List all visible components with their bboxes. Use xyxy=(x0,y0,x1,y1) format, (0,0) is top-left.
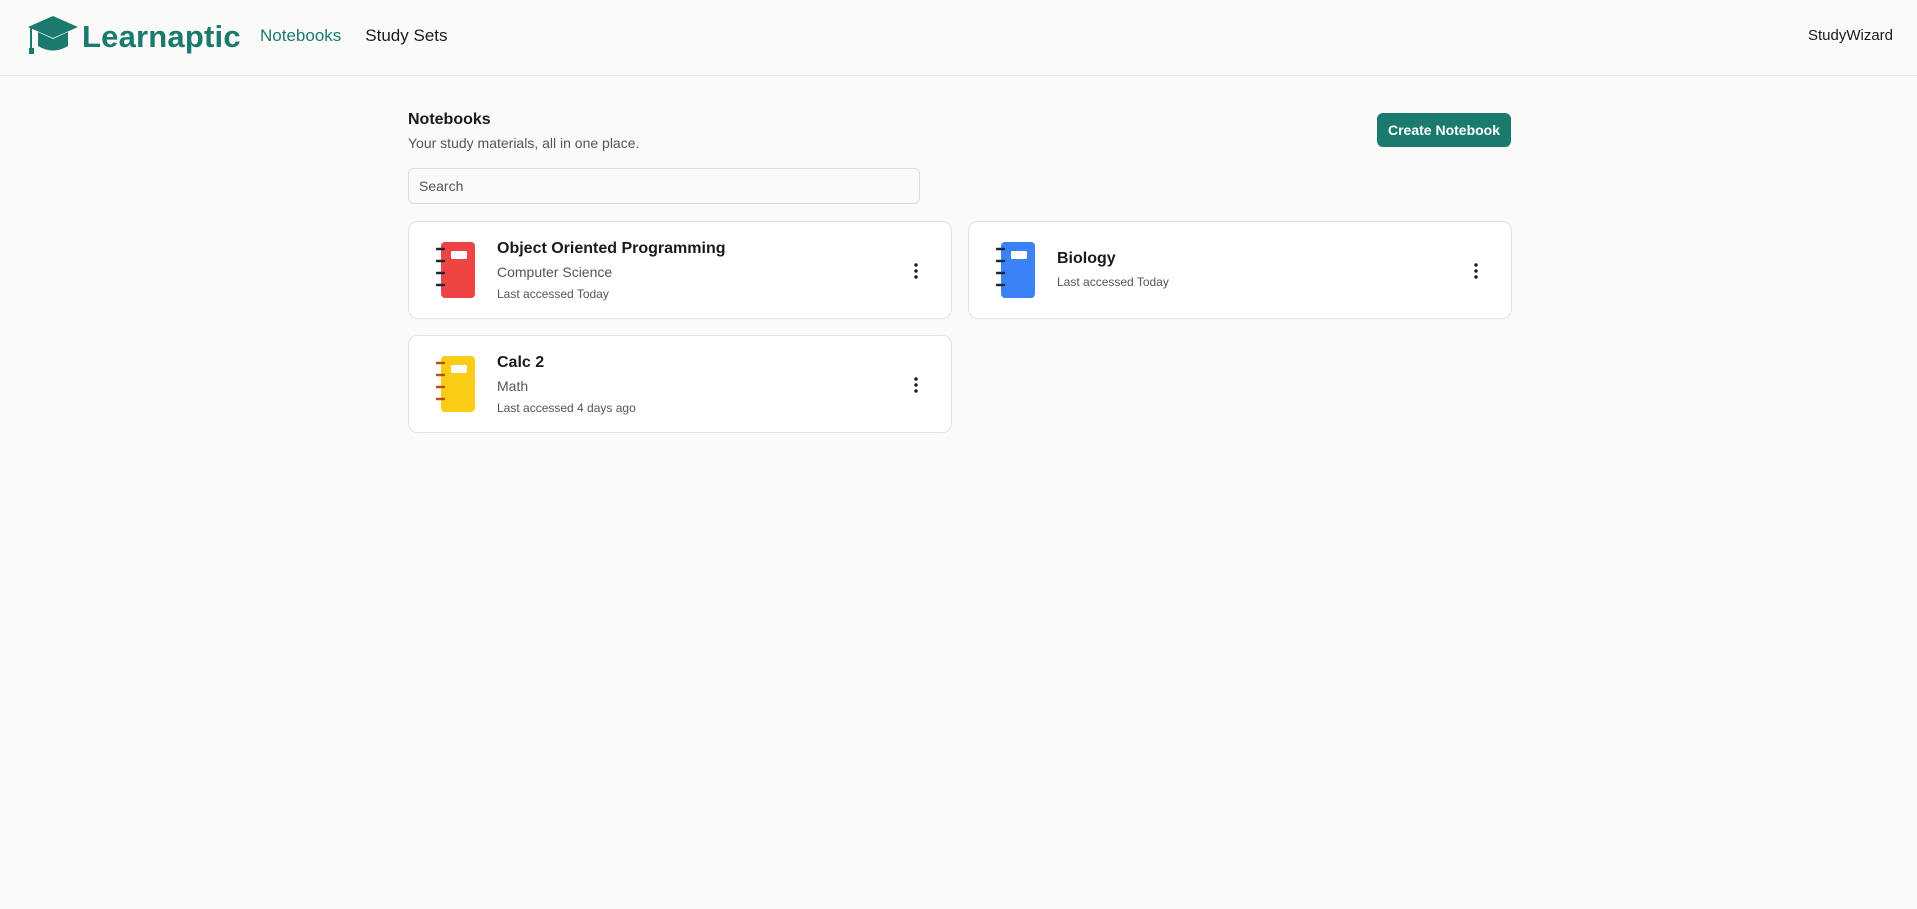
notebook-info: Object Oriented Programming Computer Sci… xyxy=(497,240,725,301)
more-vertical-icon[interactable] xyxy=(907,260,925,282)
notebook-last-accessed: Last accessed Today xyxy=(497,287,609,301)
user-menu[interactable]: StudyWizard xyxy=(1808,27,1893,44)
notebook-subject: Computer Science xyxy=(497,264,613,280)
notebook-icon xyxy=(435,354,477,419)
main-nav: Notebooks Study Sets xyxy=(260,26,448,46)
notebook-info: Calc 2 Math Last accessed 4 days ago xyxy=(497,354,636,415)
nav-item-notebooks[interactable]: Notebooks xyxy=(260,26,341,46)
notebook-title: Object Oriented Programming xyxy=(497,240,726,257)
notebook-icon xyxy=(435,240,477,305)
notebook-title: Biology xyxy=(1057,250,1116,267)
more-vertical-icon[interactable] xyxy=(907,374,925,396)
page-subtitle: Your study materials, all in one place. xyxy=(408,135,640,151)
notebook-card[interactable]: Biology Last accessed Today xyxy=(968,221,1512,319)
notebook-subject: Math xyxy=(497,378,529,394)
page-header: Notebooks Your study materials, all in o… xyxy=(408,111,639,151)
page-title: Notebooks xyxy=(408,111,491,128)
notebook-title: Calc 2 xyxy=(497,354,545,371)
notebook-card[interactable]: Object Oriented Programming Computer Sci… xyxy=(408,221,952,319)
notebook-info: Biology Last accessed Today xyxy=(1057,250,1169,289)
brand-name: Learnaptic xyxy=(82,19,241,54)
logo-link[interactable]: Learnaptic xyxy=(26,14,241,61)
graduation-cap-icon xyxy=(26,14,80,61)
search-input[interactable] xyxy=(408,168,920,204)
notebook-icon xyxy=(995,240,1037,305)
top-navbar: Learnaptic Notebooks Study Sets StudyWiz… xyxy=(0,0,1917,76)
notebook-card[interactable]: Calc 2 Math Last accessed 4 days ago xyxy=(408,335,952,433)
notebook-last-accessed: Last accessed Today xyxy=(1057,275,1169,289)
create-notebook-button[interactable]: Create Notebook xyxy=(1377,113,1511,147)
nav-item-study-sets[interactable]: Study Sets xyxy=(365,26,447,46)
notebook-last-accessed: Last accessed 4 days ago xyxy=(497,401,636,415)
more-vertical-icon[interactable] xyxy=(1467,260,1485,282)
